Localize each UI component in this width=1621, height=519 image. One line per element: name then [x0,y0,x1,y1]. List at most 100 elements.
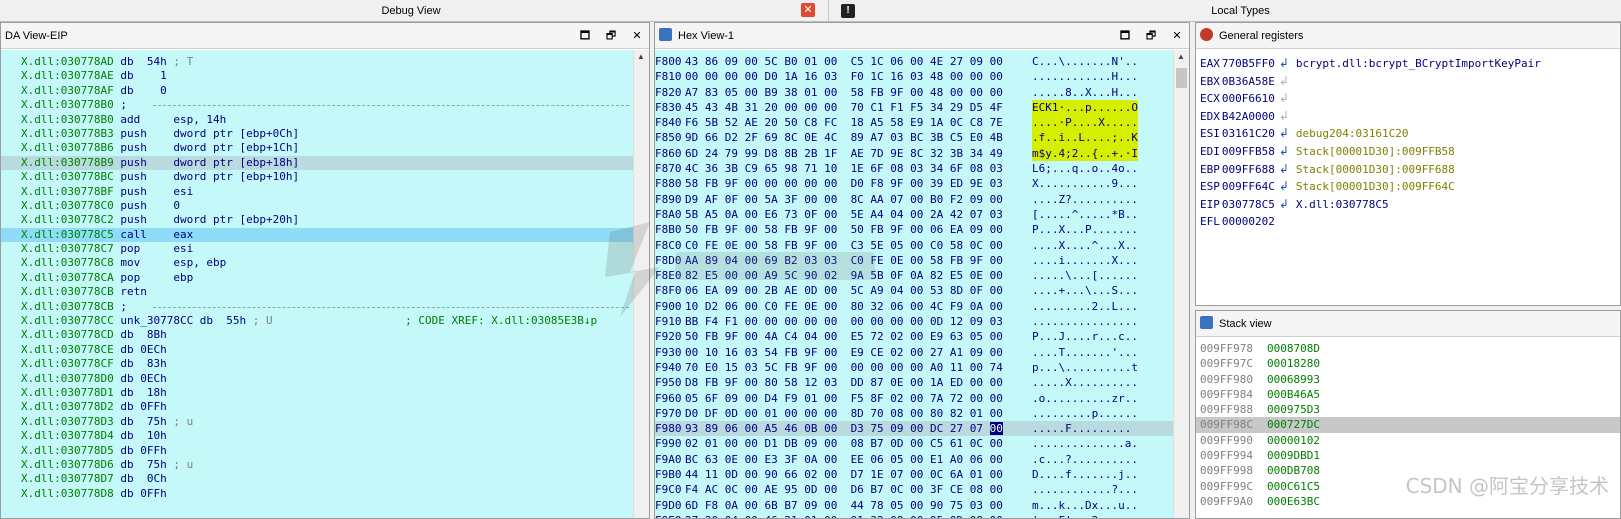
register-value[interactable]: 770B5FF0 [1222,55,1275,73]
hex-bytes[interactable]: 05 6F 09 00 D4 F9 01 00 F5 8F 02 00 7A 7… [685,391,1003,406]
hex-ascii[interactable]: .c...?.......... [1032,452,1138,467]
close-icon[interactable]: ✕ [1171,23,1183,49]
hex-row[interactable]: F900 10 D2 06 00 C0 FE 0E 00 80 32 06 00 … [655,299,1173,314]
disasm-xref[interactable]: ; CODE XREF: X.dll:03085E3B↓p [273,314,597,327]
hex-row[interactable]: F940 70 E0 15 03 5C FB 9F 00 00 00 00 00 … [655,360,1173,375]
hex-bytes[interactable]: 45 43 4B 31 20 00 00 00 70 C1 F1 F5 34 2… [685,100,1003,115]
stack-value[interactable]: 00000102 [1267,434,1320,447]
hex-row[interactable]: F840 F6 5B 52 AE 20 50 C8 FC 18 A5 58 E9 … [655,115,1173,131]
hex-bytes[interactable]: C0 FE 0E 00 58 FB 9F 00 C3 5E 05 00 C0 5… [685,238,1003,253]
register-row-eax[interactable]: EAX 770B5FF0 ↲ bcrypt.dll:bcrypt_BCryptImpo… [1196,55,1620,73]
disasm-line[interactable]: X.dll:030778BF push esi [1,185,633,199]
disasm-line[interactable]: X.dll:030778B9 push dword ptr [ebp+18h] [1,155,633,171]
hex-row[interactable]: F870 4C 36 3B C9 65 98 71 10 1E 6F 08 03 … [655,161,1173,176]
hex-ascii[interactable]: L6;...q..o..4o.. [1032,161,1138,176]
register-target[interactable]: debug204:03161C20 [1296,125,1409,143]
register-row-esi[interactable]: ESI 03161C20 ↲ debug204:03161C20 [1196,125,1620,143]
hex-bytes[interactable]: 58 FB 9F 00 00 00 00 00 D0 F8 9F 00 39 E… [685,176,1003,191]
disasm-line[interactable]: X.dll:030778C7 pop esi [1,242,633,256]
disasm-line[interactable]: X.dll:030778B3 push dword ptr [ebp+0Ch] [1,127,633,141]
hex-bytes[interactable]: 50 FB 9F 00 4A C4 04 00 E5 72 02 00 E9 6… [685,329,1003,344]
stack-value[interactable]: 000975D3 [1267,403,1320,416]
hex-row[interactable]: F960 05 6F 09 00 D4 F9 01 00 F5 8F 02 00 … [655,391,1173,406]
register-row-edx[interactable]: EDX B42A0000 ↲ [1196,108,1620,126]
jump-arrow-icon[interactable]: ↲ [1279,90,1293,108]
hex-ascii[interactable]: .o..........zr.. [1032,391,1138,406]
disasm-line[interactable]: X.dll:030778AE db 1 [1,69,633,83]
hex-row[interactable]: F830 45 43 4B 31 20 00 00 00 70 C1 F1 F5 … [655,99,1173,116]
register-row-efl[interactable]: EFL 00000202 [1196,213,1620,231]
hex-row[interactable]: F930 00 10 16 03 54 FB 9F 00 E9 CE 02 00 … [655,345,1173,360]
close-icon[interactable]: ✕ [631,23,643,49]
disasm-line[interactable]: X.dll:030778CE db 0ECh [1,343,633,357]
restore-icon[interactable]: 🗗 [1145,23,1157,49]
hex-ascii[interactable]: ....i.......X... [1032,253,1138,268]
hex-bytes[interactable]: F6 5B 52 AE 20 50 C8 FC 18 A5 58 E9 1A 0… [685,115,1003,130]
hex-ascii[interactable]: .........p...... [1032,406,1138,421]
scroll-up-icon[interactable]: ▲ [1177,52,1185,61]
hex-view-body[interactable]: F800 43 86 09 00 5C B0 01 00 C5 1C 06 00 … [655,50,1189,518]
register-row-edi[interactable]: EDI 009FFB58 ↲ Stack[00001D30]:009FFB58 [1196,143,1620,161]
hex-ascii[interactable]: P...J....r...c.. [1032,329,1138,344]
hex-row[interactable]: F850 9D 66 D2 2F 69 8C 0E 4C 89 A7 03 BC … [655,130,1173,146]
jump-arrow-icon[interactable]: ↲ [1279,161,1293,179]
hex-row[interactable]: F910 BB F4 F1 00 00 00 00 00 00 00 00 00 … [655,314,1173,329]
hex-row[interactable]: F880 58 FB 9F 00 00 00 00 00 D0 F8 9F 00 … [655,176,1173,191]
hex-bytes[interactable]: 10 D2 06 00 C0 FE 0E 00 80 32 06 00 4C F… [685,299,1003,314]
disasm-line[interactable]: X.dll:030778CB retn [1,285,633,299]
ida-view-body[interactable]: X.dll:030778AD db 54h ; T X.dll:030778AE … [1,50,649,518]
register-row-ebp[interactable]: EBP 009FF688 ↲ Stack[00001D30]:009FF688 [1196,161,1620,179]
close-icon[interactable]: ✕ [801,3,815,17]
hex-ascii[interactable]: ....·P....X..... [1032,115,1138,131]
hex-row[interactable]: F9E027 20 04 00 46 21 01 00 91 32 08 00 … [655,513,1173,518]
hex-cursor-byte[interactable]: 00 [989,422,1003,436]
disasm-line[interactable]: X.dll:030778C8 mov esp, ebp [1,256,633,270]
hex-row[interactable]: F9B0 44 11 0D 00 90 66 02 00 D7 1E 07 00 … [655,467,1173,482]
disasm-line[interactable]: X.dll:030778B6 push dword ptr [ebp+1Ch] [1,141,633,155]
hex-ascii[interactable]: ..............a. [1032,436,1138,451]
hex-ascii[interactable]: .....\...[...... [1032,268,1138,283]
hex-row[interactable]: F810 00 00 00 00 D0 1A 16 03 F0 1C 16 03 … [655,69,1173,84]
stack-value[interactable]: 000E63BC [1267,495,1320,508]
hex-bytes[interactable]: A7 83 05 00 B9 38 01 00 58 FB 9F 00 48 0… [685,85,1003,100]
hex-row[interactable]: F9A0 BC 63 0E 00 E3 3F 0A 00 EE 06 05 00 … [655,452,1173,467]
stack-row[interactable]: 009FF978 0008708D [1196,341,1620,356]
stack-value[interactable]: 000DB708 [1267,464,1320,477]
hex-ascii[interactable]: ....X....^...X.. [1032,238,1138,253]
hex-ascii[interactable]: .....X.......... [1032,375,1138,390]
hex-row[interactable]: F820 A7 83 05 00 B9 38 01 00 58 FB 9F 00 … [655,85,1173,100]
hex-row[interactable]: F980 93 89 06 00 A5 46 0B 00 D3 75 09 00 … [655,421,1173,437]
hex-row[interactable]: F8D0 AA 89 04 00 69 B2 03 03 C0 FE 0E 00 … [655,253,1173,268]
disasm-line[interactable]: X.dll:030778C2 push dword ptr [ebp+20h] [1,213,633,227]
hex-ascii[interactable]: ECK1·...p......O [1032,99,1138,116]
stack-row[interactable]: 009FF994 0009DBD1 [1196,448,1620,463]
stack-row[interactable]: 009FF98C 000727DC [1196,417,1620,433]
hex-ascii[interactable]: .f..i..L....;..K [1032,130,1138,146]
register-target[interactable]: bcrypt.dll:bcrypt_BCryptImportKeyPair [1296,55,1541,73]
hex-bytes[interactable]: AA 89 04 00 69 B2 03 03 C0 FE 0E 00 58 F… [685,253,1003,268]
disasm-line[interactable]: X.dll:030778D7 db 0Ch [1,472,633,486]
hex-bytes[interactable]: BC 63 0E 00 E3 3F 0A 00 EE 06 05 00 E1 A… [685,452,1003,467]
disasm-line[interactable]: X.dll:030778CF db 83h [1,357,633,371]
stack-value[interactable]: 000B46A5 [1267,388,1320,401]
disasm-line[interactable]: X.dll:030778C0 push 0 [1,199,633,213]
hex-bytes[interactable]: 4C 36 3B C9 65 98 71 10 1E 6F 08 03 34 6… [685,161,1003,176]
hex-row[interactable]: F800 43 86 09 00 5C B0 01 00 C5 1C 06 00 … [655,54,1173,69]
hex-bytes[interactable]: 5B A5 0A 00 E6 73 0F 00 5E A4 04 00 2A 4… [685,207,1003,222]
stack-value[interactable]: 0008708D [1267,342,1320,355]
hex-row[interactable]: F970 D0 DF 0D 00 01 00 00 00 8D 70 08 00 … [655,406,1173,421]
jump-arrow-icon[interactable]: ↲ [1279,125,1293,143]
register-target[interactable]: X.dll:030778C5 [1296,196,1389,214]
hex-row[interactable]: F8E0 82 E5 00 00 A9 5C 90 02 9A 5B 0F 0A … [655,268,1173,283]
disasm-line[interactable]: X.dll:030778D1 db 18h [1,386,633,400]
disasm-line[interactable]: X.dll:030778D5 db 0FFh [1,444,633,458]
hex-row[interactable]: F950 D8 FB 9F 00 80 58 12 03 DD 87 0E 00 … [655,375,1173,390]
disasm-line[interactable]: X.dll:030778CA pop ebp [1,271,633,285]
hex-row[interactable]: F9D0 6D F8 0A 00 6B B7 09 00 44 78 05 00 … [655,498,1173,513]
hex-bytes[interactable]: 9D 66 D2 2F 69 8C 0E 4C 89 A7 03 BC 3B C… [685,130,1003,145]
stack-value[interactable]: 000727DC [1267,418,1320,431]
hex-row[interactable]: F890 D9 AF 0F 00 5A 3F 00 00 8C AA 07 00 … [655,192,1173,207]
hex-ascii[interactable]: P...X...P....... [1032,222,1138,237]
disasm-line[interactable]: X.dll:030778BC push dword ptr [ebp+10h] [1,170,633,184]
stack-row[interactable]: 009FF984 000B46A5 [1196,387,1620,402]
